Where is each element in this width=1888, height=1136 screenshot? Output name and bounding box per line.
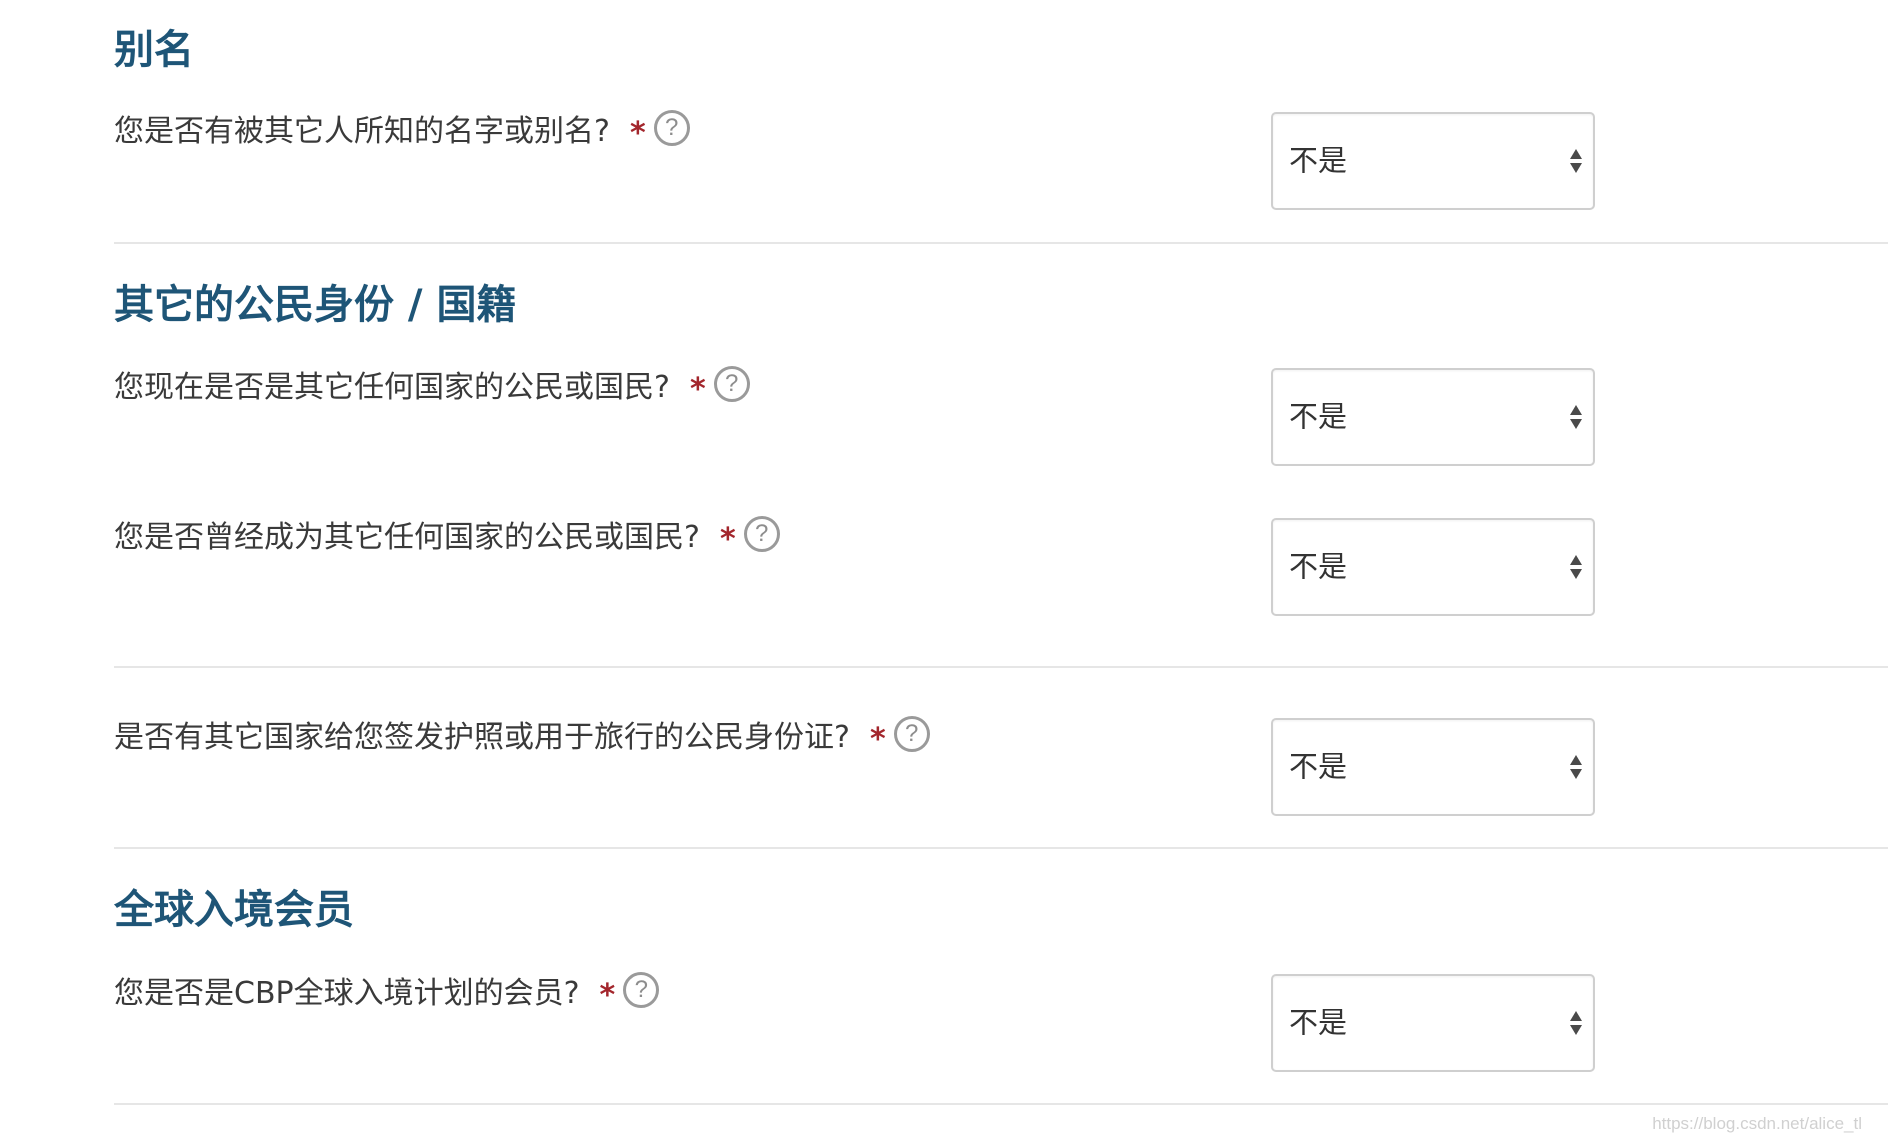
required-asterisk: * <box>629 116 646 151</box>
section-divider <box>114 242 1888 244</box>
question-circle-icon[interactable]: ? <box>713 366 750 402</box>
question-circle-icon[interactable]: ? <box>743 516 780 552</box>
sort-arrows-icon <box>1570 755 1582 779</box>
required-asterisk: * <box>689 372 706 407</box>
sort-arrows-icon <box>1570 405 1582 429</box>
current-citizen-select[interactable]: 不是 <box>1271 368 1595 466</box>
select-value: 不是 <box>1289 143 1348 178</box>
question-circle-icon[interactable]: ? <box>623 972 660 1008</box>
select-value: 不是 <box>1289 549 1348 584</box>
section-divider <box>114 847 1888 849</box>
question-label: 您现在是否是其它任何国家的公民或国民? <box>114 370 670 405</box>
question-label: 是否有其它国家给您签发护照或用于旅行的公民身份证? <box>114 720 850 755</box>
section-title-other-citizenship: 其它的公民身份 / 国籍 <box>114 282 517 328</box>
question-global-entry-member: 您是否是CBP全球入境计划的会员? * ? <box>114 972 660 1013</box>
aliases-select[interactable]: 不是 <box>1271 112 1595 210</box>
question-former-citizen: 您是否曾经成为其它任何国家的公民或国民? * ? <box>114 516 780 557</box>
section-title-global-entry: 全球入境会员 <box>114 887 354 933</box>
question-circle-icon[interactable]: ? <box>893 716 930 752</box>
former-citizen-select[interactable]: 不是 <box>1271 518 1595 616</box>
watermark: https://blog.csdn.net/alice_tl <box>1652 1114 1862 1133</box>
travel-authorization-form: 别名 您是否有被其它人所知的名字或别名? * ? 不是 其它的公民身份 / 国籍… <box>0 0 1888 1136</box>
sort-arrows-icon <box>1570 555 1582 579</box>
question-label: 您是否有被其它人所知的名字或别名? <box>114 114 610 149</box>
sort-arrows-icon <box>1570 149 1582 173</box>
question-current-citizen: 您现在是否是其它任何国家的公民或国民? * ? <box>114 366 750 407</box>
question-other-passport: 是否有其它国家给您签发护照或用于旅行的公民身份证? * ? <box>114 716 930 757</box>
other-passport-select[interactable]: 不是 <box>1271 718 1595 816</box>
question-circle-icon[interactable]: ? <box>653 110 690 146</box>
required-asterisk: * <box>599 978 616 1013</box>
question-label: 您是否是CBP全球入境计划的会员? <box>114 976 580 1011</box>
section-title-aliases: 别名 <box>114 27 194 73</box>
question-label: 您是否曾经成为其它任何国家的公民或国民? <box>114 520 700 555</box>
sort-arrows-icon <box>1570 1011 1582 1035</box>
section-divider <box>114 666 1888 668</box>
question-aliases: 您是否有被其它人所知的名字或别名? * ? <box>114 110 690 151</box>
select-value: 不是 <box>1289 399 1348 434</box>
global-entry-select[interactable]: 不是 <box>1271 974 1595 1072</box>
required-asterisk: * <box>719 522 736 557</box>
required-asterisk: * <box>869 722 886 757</box>
select-value: 不是 <box>1289 1005 1348 1040</box>
select-value: 不是 <box>1289 749 1348 784</box>
section-divider <box>114 1103 1888 1105</box>
